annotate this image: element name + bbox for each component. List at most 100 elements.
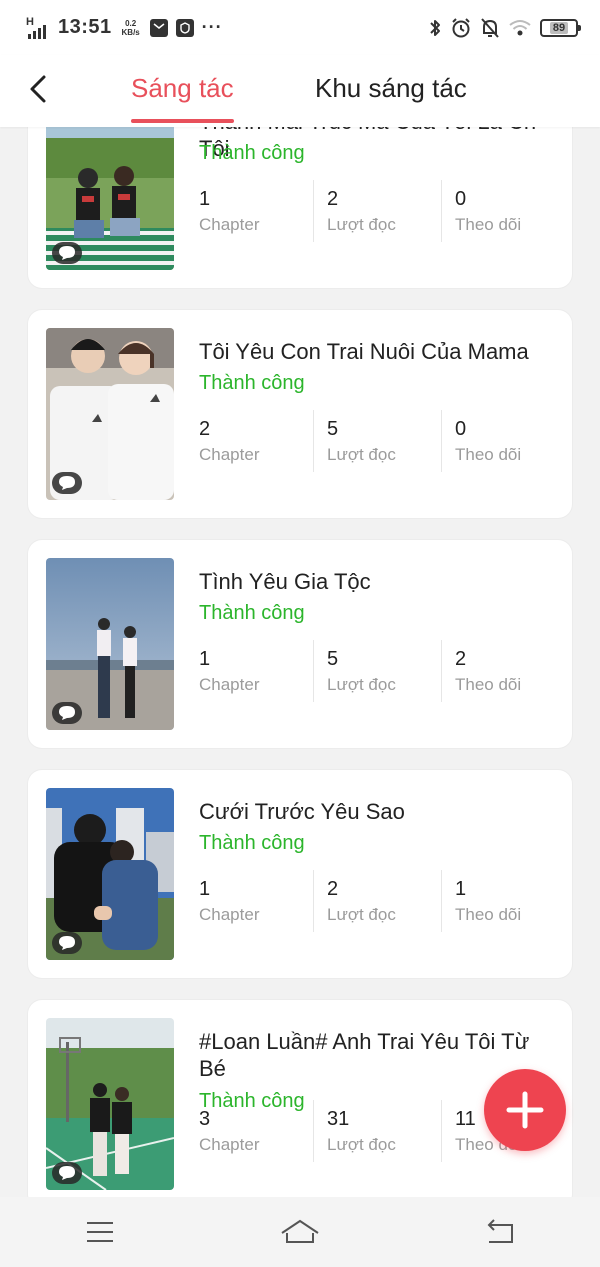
stat-follows: 0 Theo dõi (455, 186, 521, 248)
story-list: Thanh Mai Trúc Mã Của Tôi Là Ch Tôi Thàn… (0, 127, 600, 1197)
comment-badge (52, 932, 82, 954)
follow-count: 0 (455, 418, 467, 440)
chevron-left-icon (30, 75, 46, 103)
comment-badge (52, 702, 82, 724)
read-count: 31 (327, 1108, 350, 1130)
follow-count: 0 (455, 188, 467, 210)
story-card[interactable]: Tôi Yêu Con Trai Nuôi Của Mama Thành côn… (28, 310, 572, 518)
divider (441, 640, 442, 702)
stat-follows: 2 Theo dõi (455, 646, 521, 708)
story-status: Thành công (199, 142, 305, 164)
divider (313, 640, 314, 702)
chapter-count: 1 (199, 878, 211, 900)
battery-icon: 89 (540, 18, 581, 37)
status-right: 89 (428, 17, 581, 39)
stat-reads: 5 Lượt đọc (327, 416, 396, 478)
chapter-label: Chapter (199, 445, 260, 464)
shield-notification-icon (175, 18, 194, 37)
story-card[interactable]: Thanh Mai Trúc Mã Của Tôi Là Ch Tôi Thàn… (28, 127, 572, 288)
comment-badge (52, 1162, 82, 1184)
follow-label: Theo dõi (455, 675, 522, 694)
chapter-count: 2 (199, 418, 211, 440)
status-bar: H 13:51 0.2 KB/s ··· 89 (0, 0, 600, 55)
divider (441, 1100, 442, 1162)
wifi-icon (509, 19, 531, 35)
divider (313, 410, 314, 472)
nav-menu-button[interactable] (70, 1207, 130, 1257)
stat-reads: 2 Lượt đọc (327, 186, 396, 248)
speed-value: 0.2 (125, 18, 137, 28)
stat-chapters: 1 Chapter (199, 646, 259, 708)
chapter-count: 1 (199, 648, 211, 670)
story-cover-image (46, 127, 174, 270)
chapter-label: Chapter (199, 675, 260, 694)
menu-icon (87, 1222, 113, 1242)
divider (441, 180, 442, 242)
chat-bubble-icon (59, 476, 75, 490)
mail-icon (149, 18, 168, 37)
story-cover-image (46, 788, 174, 960)
chapter-label: Chapter (199, 905, 260, 924)
chapter-label: Chapter (199, 215, 260, 234)
nav-home-button[interactable] (270, 1207, 330, 1257)
story-cover-image (46, 328, 174, 500)
stat-follows: 1 Theo dõi (455, 876, 521, 938)
story-cover-image (46, 1018, 174, 1190)
divider (441, 410, 442, 472)
chapter-count: 1 (199, 188, 211, 210)
divider (313, 180, 314, 242)
back-button[interactable] (20, 71, 56, 107)
bluetooth-icon (430, 19, 440, 36)
tab-sang-tac[interactable]: Sáng tác (131, 73, 234, 104)
chat-bubble-icon (59, 936, 75, 950)
read-label: Lượt đọc (327, 905, 396, 924)
divider (313, 870, 314, 932)
chapter-count: 3 (199, 1108, 211, 1130)
follow-label: Theo dõi (455, 215, 522, 234)
app-header: Sáng tác Khu sáng tác (0, 55, 600, 127)
stat-follows: 0 Theo dõi (455, 416, 521, 478)
stat-reads: 31 Lượt đọc (327, 1106, 396, 1168)
system-nav-bar (0, 1197, 600, 1267)
stat-chapters: 3 Chapter (199, 1106, 259, 1168)
stat-chapters: 2 Chapter (199, 416, 259, 478)
chat-bubble-icon (59, 246, 75, 260)
active-tab-indicator (131, 119, 234, 123)
stat-reads: 5 Lượt đọc (327, 646, 396, 708)
follow-label: Theo dõi (455, 445, 522, 464)
status-left: H 13:51 0.2 KB/s ··· (26, 16, 223, 40)
signal-icon: H (26, 16, 50, 40)
story-card[interactable]: Cưới Trước Yêu Sao Thành công 1 Chapter … (28, 770, 572, 978)
stat-chapters: 1 Chapter (199, 186, 259, 248)
battery-level: 89 (549, 21, 569, 34)
clock: 13:51 (58, 16, 112, 38)
chat-bubble-icon (59, 1166, 75, 1180)
nav-back-button[interactable] (470, 1207, 530, 1257)
story-card[interactable]: Tình Yêu Gia Tộc Thành công 1 Chapter 5 … (28, 540, 572, 748)
read-label: Lượt đọc (327, 445, 396, 464)
plus-icon (506, 1091, 544, 1129)
read-label: Lượt đọc (327, 1135, 396, 1154)
create-story-button[interactable] (484, 1069, 566, 1151)
divider (441, 870, 442, 932)
read-count: 2 (327, 188, 339, 210)
story-status: Thành công (199, 602, 305, 624)
comment-badge (52, 242, 82, 264)
more-notifications-icon: ··· (201, 17, 223, 37)
tab-khu-sang-tac[interactable]: Khu sáng tác (315, 73, 467, 104)
divider (313, 1100, 314, 1162)
follow-count: 2 (455, 648, 467, 670)
return-icon (487, 1219, 513, 1243)
follow-count: 1 (455, 878, 467, 900)
home-icon (281, 1219, 319, 1243)
story-status: Thành công (199, 832, 305, 854)
read-count: 2 (327, 878, 339, 900)
story-status: Thành công (199, 372, 305, 394)
network-speed: 0.2 KB/s (120, 19, 142, 37)
story-title: Tình Yêu Gia Tộc (199, 569, 371, 594)
alarm-icon (452, 17, 470, 37)
story-cover-image (46, 558, 174, 730)
read-label: Lượt đọc (327, 675, 396, 694)
story-title: Tôi Yêu Con Trai Nuôi Của Mama (199, 339, 529, 364)
story-title: Cưới Trước Yêu Sao (199, 799, 405, 824)
